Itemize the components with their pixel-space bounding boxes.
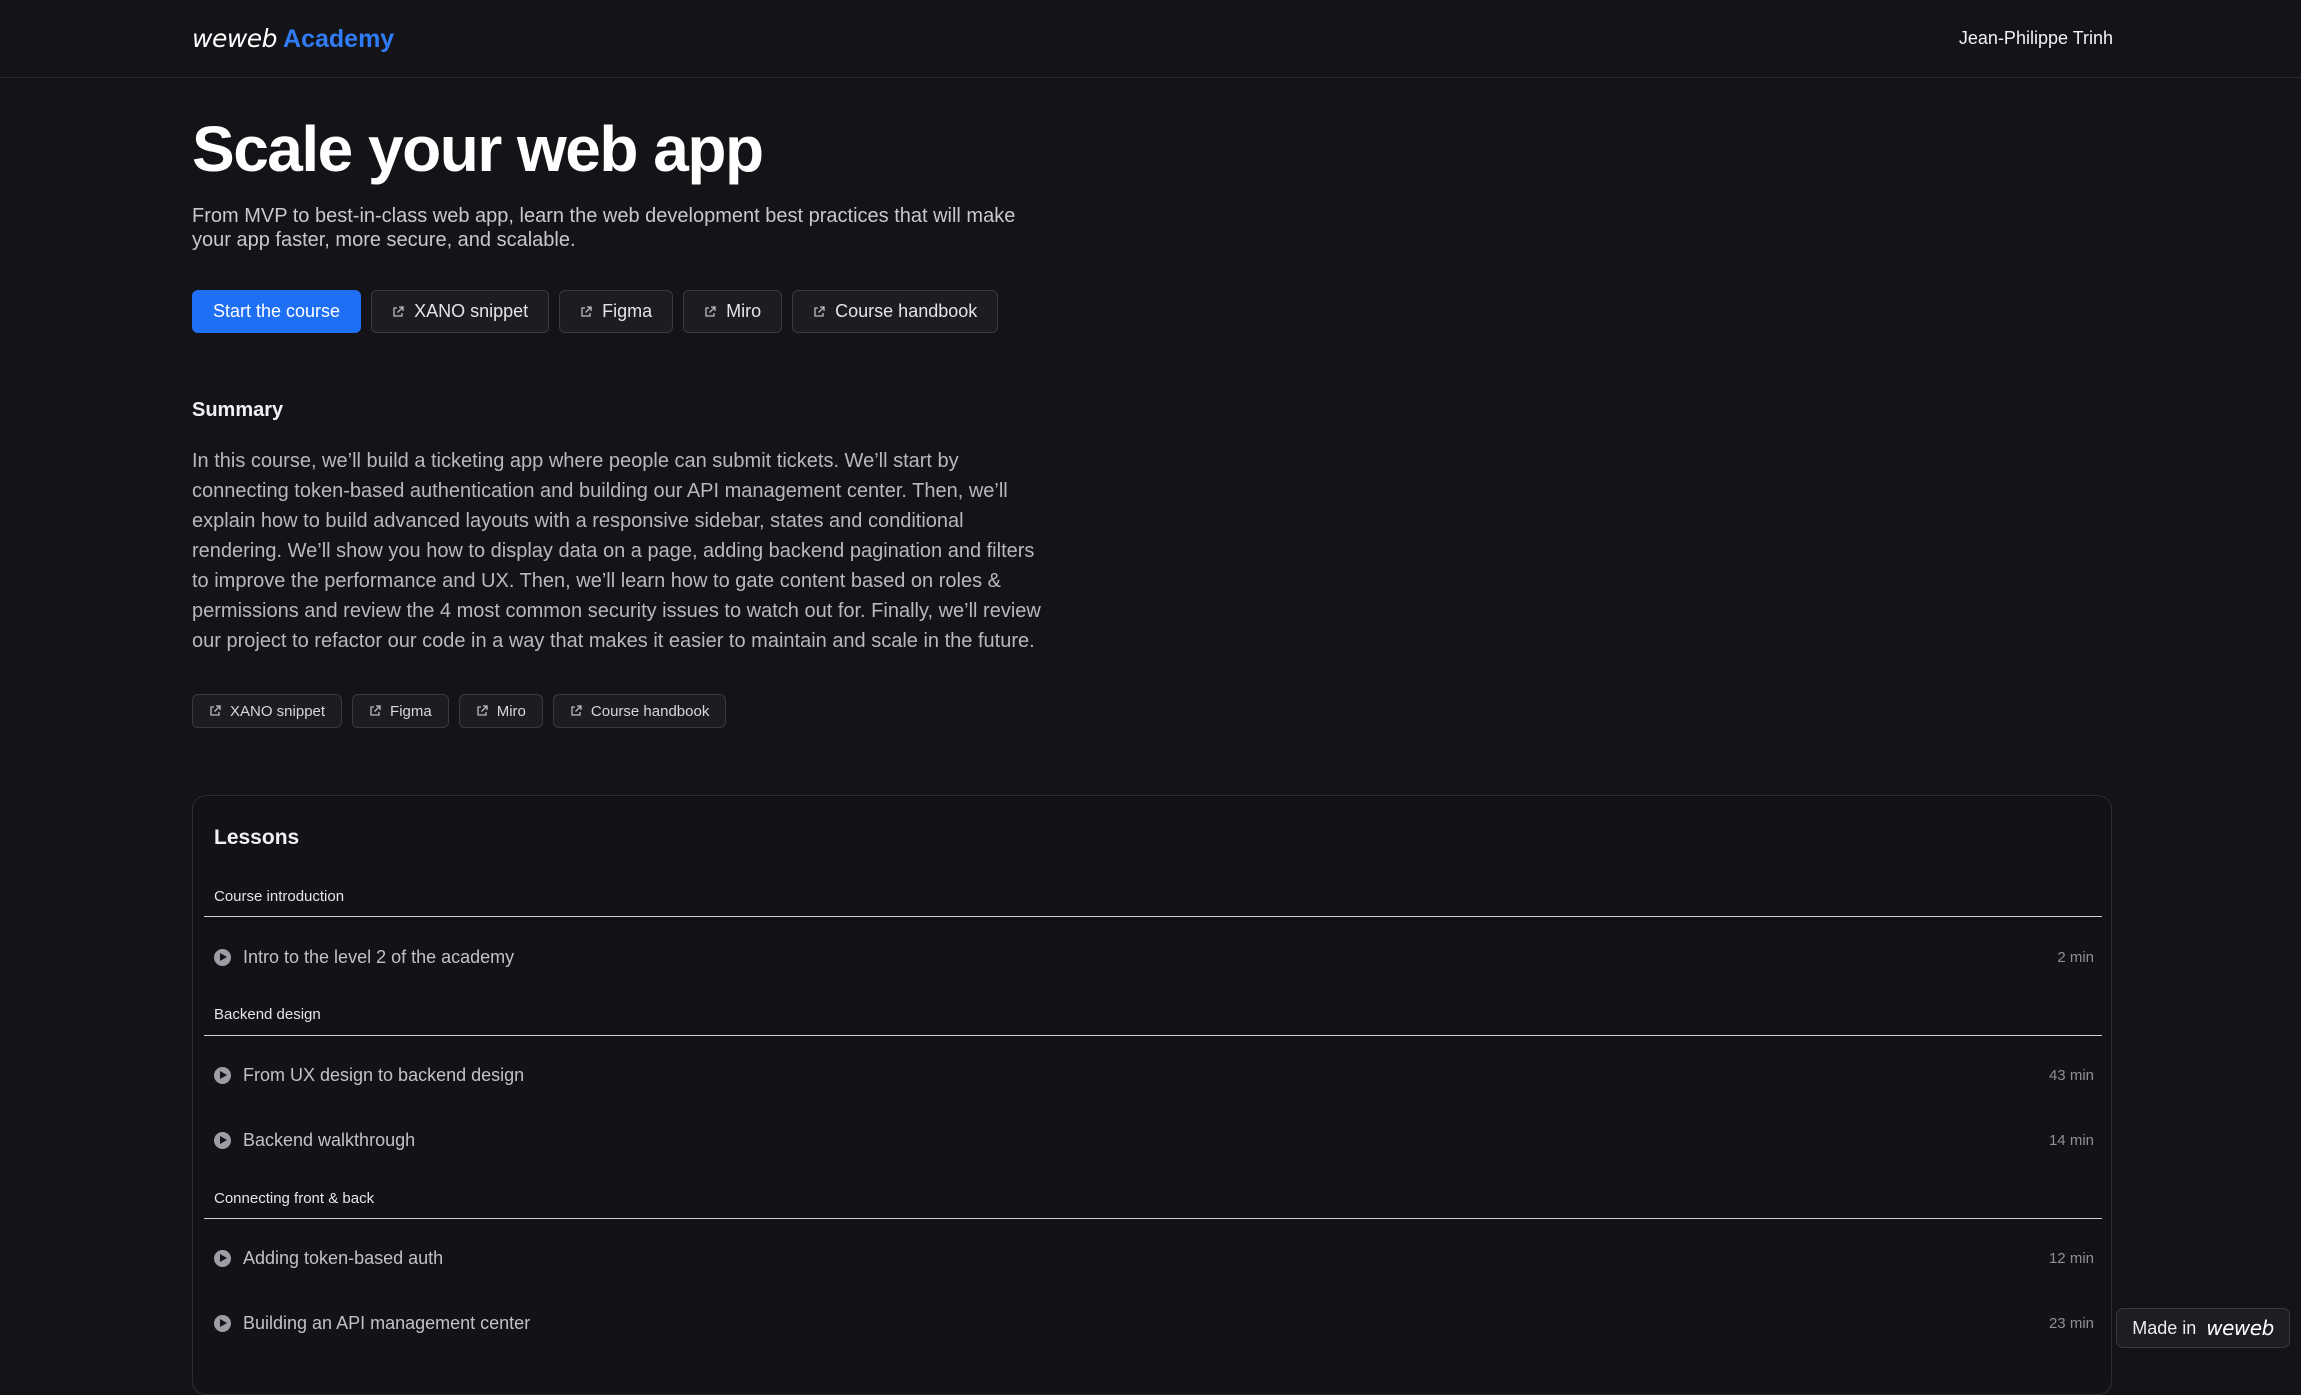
page-title: Scale your web app [192, 113, 764, 185]
external-link-icon [814, 306, 825, 317]
lesson-duration: 14 min [2048, 1131, 2094, 1149]
figma-chip-label: Figma [390, 702, 432, 720]
hero-button-row: Start the course XANO snippet Figma Miro… [192, 290, 2112, 334]
lesson-title: Building an API management center [243, 1312, 531, 1333]
lessons-heading: Lessons [214, 826, 300, 849]
start-course-label: Start the course [213, 301, 341, 322]
lesson-duration: 2 min [2057, 948, 2094, 966]
top-bar: weweb Academy Jean-Philippe Trinh [0, 0, 2301, 78]
group-divider [204, 1218, 2102, 1219]
lesson-row[interactable]: Intro to the level 2 of the academy 2 mi… [214, 942, 2094, 972]
lesson-duration: 12 min [2048, 1249, 2094, 1267]
course-handbook-button[interactable]: Course handbook [792, 290, 999, 334]
start-course-button[interactable]: Start the course [192, 290, 362, 334]
miro-chip[interactable]: Miro [458, 694, 543, 729]
user-name[interactable]: Jean-Philippe Trinh [1959, 28, 2113, 49]
course-handbook-label: Course handbook [835, 301, 978, 322]
xano-snippet-chip[interactable]: XANO snippet [192, 694, 343, 729]
lesson-left: Intro to the level 2 of the academy [214, 947, 514, 968]
lesson-left: Adding token-based auth [214, 1248, 443, 1269]
xano-snippet-label: XANO snippet [414, 301, 529, 322]
summary-text: In this course, we’ll build a ticketing … [192, 450, 1041, 653]
play-icon [214, 1066, 231, 1084]
play-icon [214, 1314, 231, 1332]
lesson-row[interactable]: Adding token-based auth 12 min [214, 1243, 2094, 1273]
xano-snippet-chip-label: XANO snippet [230, 702, 326, 720]
group-divider [204, 916, 2102, 917]
lesson-left: Backend walkthrough [214, 1130, 415, 1151]
play-icon [214, 1131, 231, 1149]
resource-chip-row: XANO snippet Figma Miro Course handbook [192, 694, 2112, 729]
lesson-duration: 43 min [2048, 1066, 2094, 1084]
miro-label: Miro [726, 301, 762, 322]
xano-snippet-button[interactable]: XANO snippet [371, 290, 550, 334]
weweb-logo: weweb [2206, 1316, 2274, 1340]
miro-chip-label: Miro [496, 702, 526, 720]
lesson-left: Building an API management center [214, 1313, 530, 1334]
external-link-icon [571, 705, 582, 717]
weweb-academy-logo[interactable]: weweb Academy [192, 24, 394, 54]
lesson-title: Adding token-based auth [243, 1247, 444, 1268]
page-subtitle: From MVP to best-in-class web app, learn… [192, 205, 1016, 252]
course-handbook-chip[interactable]: Course handbook [552, 694, 727, 729]
external-link-icon [581, 306, 592, 317]
external-link-icon [370, 705, 381, 717]
external-link-icon [210, 705, 221, 717]
main-content: Scale your web app From MVP to best-in-c… [192, 78, 2112, 729]
figma-label: Figma [602, 301, 653, 322]
external-link-icon [477, 705, 488, 717]
lesson-row[interactable]: Backend walkthrough 14 min [214, 1125, 2094, 1155]
miro-button[interactable]: Miro [683, 290, 783, 334]
lesson-title: Backend walkthrough [243, 1129, 416, 1150]
lesson-group-header: Connecting front & back [214, 1190, 375, 1207]
external-link-icon [393, 306, 404, 317]
play-icon [214, 1249, 231, 1267]
lesson-title: From UX design to backend design [243, 1064, 525, 1085]
logo-wordmark: weweb [192, 23, 278, 53]
play-icon [214, 948, 231, 966]
lesson-group-header: Backend design [214, 1006, 321, 1023]
lesson-row[interactable]: From UX design to backend design 43 min [214, 1060, 2094, 1090]
logo-accent: Academy [283, 24, 395, 53]
external-link-icon [705, 306, 716, 317]
group-divider [204, 1035, 2102, 1036]
summary-heading: Summary [192, 399, 284, 422]
lesson-row[interactable]: Building an API management center 23 min [214, 1308, 2094, 1338]
lessons-card: Lessons Course introduction Intro to the… [192, 795, 2112, 1395]
made-in-label: Made in [2132, 1317, 2197, 1338]
figma-chip[interactable]: Figma [352, 694, 449, 729]
course-handbook-chip-label: Course handbook [590, 702, 710, 720]
made-in-weweb-badge[interactable]: Made in weweb [2116, 1308, 2290, 1348]
lesson-group-header: Course introduction [214, 888, 345, 905]
lesson-duration: 23 min [2048, 1314, 2094, 1332]
lesson-left: From UX design to backend design [214, 1065, 524, 1086]
figma-button[interactable]: Figma [559, 290, 674, 334]
lesson-title: Intro to the level 2 of the academy [243, 946, 515, 967]
